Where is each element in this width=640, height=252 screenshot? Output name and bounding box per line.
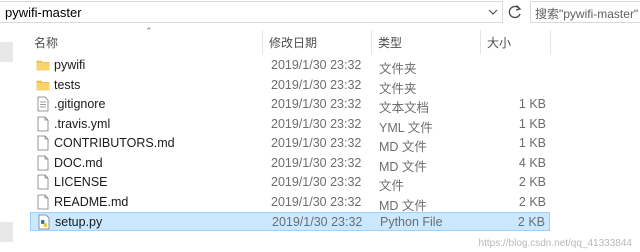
file-name: CONTRIBUTORS.md bbox=[54, 136, 175, 150]
file-row[interactable]: .gitignore 2019/1/30 23:32 文本文档 1 KB bbox=[30, 95, 550, 115]
file-size: 4 KB bbox=[518, 155, 546, 170]
column-header-size[interactable]: 大小 bbox=[487, 34, 511, 51]
address-path[interactable]: pywifi-master bbox=[5, 5, 82, 20]
file-size: 2 KB bbox=[518, 175, 546, 189]
file-size: 2 KB bbox=[518, 194, 546, 209]
file-size: 2 KB bbox=[517, 215, 545, 229]
file-date: 2019/1/30 23:32 bbox=[271, 58, 362, 72]
file-icon bbox=[36, 155, 50, 171]
column-header-date[interactable]: 修改日期 bbox=[269, 34, 317, 51]
file-icon bbox=[36, 135, 50, 151]
column-header-name[interactable]: 名称 bbox=[34, 34, 58, 51]
file-row[interactable]: DOC.md 2019/1/30 23:32 MD 文件 4 KB bbox=[30, 154, 550, 174]
file-row[interactable]: README.md 2019/1/30 23:32 MD 文件 2 KB bbox=[30, 193, 550, 213]
file-icon bbox=[36, 174, 50, 190]
file-name: README.md bbox=[54, 194, 129, 209]
file-type: MD 文件 bbox=[379, 140, 427, 154]
file-row[interactable]: tests 2019/1/30 23:32 文件夹 bbox=[30, 76, 550, 96]
file-name: .travis.yml bbox=[54, 116, 111, 131]
column-divider[interactable] bbox=[480, 30, 481, 54]
file-date: 2019/1/30 23:32 bbox=[271, 155, 362, 170]
file-row[interactable]: CONTRIBUTORS.md 2019/1/30 23:32 MD 文件 1 KB bbox=[30, 134, 550, 154]
column-divider[interactable] bbox=[550, 30, 551, 54]
search-input[interactable]: 搜索"pywifi-master" bbox=[530, 1, 640, 23]
file-row[interactable]: setup.py 2019/1/30 23:32 Python File 2 KB bbox=[30, 212, 550, 231]
file-row[interactable]: LICENSE 2019/1/30 23:32 文件 2 KB bbox=[30, 173, 550, 193]
file-type: 文件夹 bbox=[379, 81, 417, 96]
address-toolbar: pywifi-master 搜索"pywifi-master" bbox=[0, 0, 640, 26]
folder-icon bbox=[36, 57, 50, 73]
file-icon bbox=[36, 194, 50, 210]
file-name: DOC.md bbox=[54, 155, 103, 170]
file-size: 1 KB bbox=[518, 116, 546, 131]
file-name: LICENSE bbox=[54, 175, 108, 189]
file-date: 2019/1/30 23:32 bbox=[271, 97, 362, 111]
file-name: .gitignore bbox=[54, 97, 106, 111]
file-type: Python File bbox=[380, 215, 443, 229]
file-date: 2019/1/30 23:32 bbox=[272, 215, 363, 229]
refresh-icon[interactable] bbox=[505, 2, 525, 22]
file-name: pywifi bbox=[54, 58, 86, 72]
file-date: 2019/1/30 23:32 bbox=[271, 77, 362, 92]
folder-icon bbox=[36, 77, 50, 93]
file-size: 1 KB bbox=[518, 97, 546, 111]
sort-ascending-icon: ⌃ bbox=[145, 26, 153, 36]
file-name: tests bbox=[54, 77, 81, 92]
file-type: 文件夹 bbox=[379, 62, 417, 76]
file-date: 2019/1/30 23:32 bbox=[271, 194, 362, 209]
file-name: setup.py bbox=[55, 215, 103, 229]
file-icon bbox=[36, 116, 50, 132]
file-row[interactable]: pywifi 2019/1/30 23:32 文件夹 bbox=[30, 56, 550, 76]
column-divider[interactable] bbox=[371, 30, 372, 54]
file-type: YML 文件 bbox=[379, 120, 433, 135]
column-header-type[interactable]: 类型 bbox=[378, 34, 402, 51]
file-date: 2019/1/30 23:32 bbox=[271, 116, 362, 131]
nav-pane-item[interactable] bbox=[0, 42, 13, 62]
search-placeholder: 搜索"pywifi-master" bbox=[535, 7, 639, 21]
navigation-pane[interactable] bbox=[0, 26, 18, 252]
column-divider[interactable] bbox=[262, 30, 263, 54]
file-type: 文件 bbox=[379, 179, 405, 193]
python-file-icon bbox=[37, 214, 51, 230]
file-date: 2019/1/30 23:32 bbox=[271, 136, 362, 150]
address-bar[interactable]: pywifi-master bbox=[0, 1, 503, 23]
file-date: 2019/1/30 23:32 bbox=[271, 175, 362, 189]
file-type: MD 文件 bbox=[379, 198, 427, 213]
text-file-icon bbox=[36, 96, 50, 112]
chevron-down-icon[interactable] bbox=[488, 6, 498, 18]
watermark: https://blog.csdn.net/qq_41333844 bbox=[478, 238, 632, 249]
file-row[interactable]: .travis.yml 2019/1/30 23:32 YML 文件 1 KB bbox=[30, 115, 550, 135]
column-headers: ⌃ 名称 修改日期 类型 大小 bbox=[18, 26, 640, 54]
file-size: 1 KB bbox=[518, 136, 546, 150]
file-type: 文本文档 bbox=[379, 101, 430, 115]
nav-pane-item[interactable] bbox=[0, 222, 13, 242]
file-type: MD 文件 bbox=[379, 159, 427, 174]
